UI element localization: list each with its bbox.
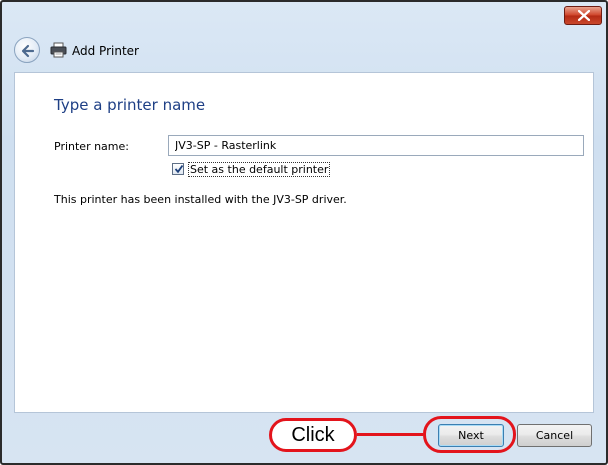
default-printer-option[interactable]: Set as the default printer [172,161,331,177]
back-arrow-icon [21,44,35,58]
default-printer-label[interactable]: Set as the default printer [188,161,331,177]
page-title: Type a printer name [54,96,206,114]
close-button[interactable] [564,6,602,25]
back-button[interactable] [14,37,40,63]
driver-info-text: This printer has been installed with the… [54,193,347,206]
default-printer-checkbox[interactable] [172,163,184,175]
next-button[interactable]: Next [438,424,504,447]
footer-divider [14,412,594,413]
printer-name-input[interactable] [168,135,584,156]
printer-name-label: Printer name: [54,140,129,153]
window-title: Add Printer [72,44,139,58]
wizard-content-panel: Type a printer name Printer name: Set as… [14,72,594,413]
add-printer-window: Add Printer Type a printer name Printer … [0,0,608,465]
click-callout: Click [269,418,357,452]
close-icon [578,10,590,21]
checkmark-icon [174,164,184,174]
cancel-button[interactable]: Cancel [517,424,592,447]
printer-icon [50,42,67,62]
callout-connector [357,433,423,436]
